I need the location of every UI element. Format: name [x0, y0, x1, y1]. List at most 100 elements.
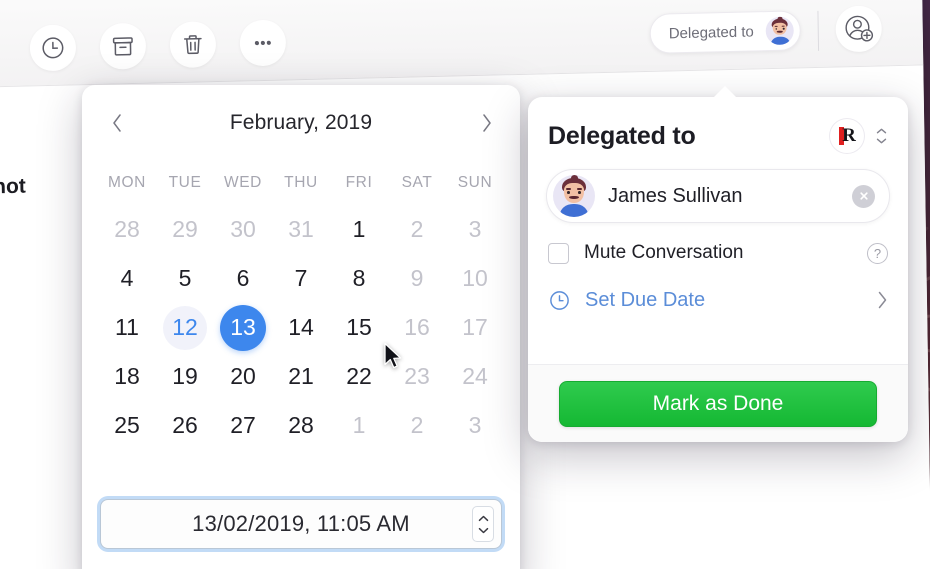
delegated-to-pill[interactable]: Delegated to — [649, 10, 802, 54]
calendar-day-number: 14 — [288, 314, 314, 340]
calendar-day-number: 29 — [172, 216, 198, 242]
calendar-day-number: 31 — [288, 216, 314, 242]
archive-icon[interactable] — [99, 22, 147, 70]
calendar-day-6[interactable]: 6 — [214, 254, 272, 303]
help-question-icon[interactable]: ? — [867, 242, 888, 264]
delegated-to-footer: Mark as Done — [528, 364, 908, 442]
calendar-day-number: 1 — [352, 412, 366, 438]
calendar-day-number: 2 — [410, 216, 424, 242]
calendar-day-25[interactable]: 25 — [98, 401, 156, 450]
calendar-day-17[interactable]: 17 — [446, 303, 504, 352]
calendar-day-8[interactable]: 8 — [330, 254, 388, 303]
calendar-day-number: 15 — [346, 314, 372, 340]
calendar-day-1[interactable]: 1 — [330, 401, 388, 450]
calendar-day-number: 3 — [468, 412, 482, 438]
calendar-day-number: 3 — [468, 216, 482, 242]
calendar-weekday-header: TUE — [168, 174, 202, 191]
assignee-chip[interactable]: James Sullivan — [546, 169, 890, 223]
calendar-day-number: 16 — [404, 314, 430, 340]
datetime-input-wrapper: 13/02/2019, 11:05 AM — [100, 499, 502, 549]
mute-conversation-row[interactable]: Mute Conversation ? — [528, 229, 908, 277]
calendar-day-14[interactable]: 14 — [272, 303, 330, 352]
more-options-icon[interactable] — [239, 19, 287, 67]
calendar-day-13[interactable]: 13 — [214, 303, 272, 352]
calendar-day-number: 8 — [352, 265, 366, 291]
mute-conversation-checkbox[interactable] — [548, 242, 569, 264]
screen: Delegated to keynot February, 2019 MON T… — [0, 0, 930, 569]
calendar-day-3[interactable]: 3 — [446, 401, 504, 450]
calendar-day-10[interactable]: 10 — [446, 254, 504, 303]
calendar-day-4[interactable]: 4 — [98, 254, 156, 303]
calendar-day-11[interactable]: 11 — [98, 303, 156, 352]
calendar-day-18[interactable]: 18 — [98, 352, 156, 401]
datetime-input-value: 13/02/2019, 11:05 AM — [192, 511, 410, 536]
calendar-weekday-header: WED — [224, 174, 262, 191]
delegated-to-header: Delegated to R — [528, 97, 908, 153]
calendar-weekday-header: MON — [108, 174, 146, 191]
calendar-day-22[interactable]: 22 — [330, 352, 388, 401]
trash-icon[interactable] — [169, 21, 217, 69]
calendar-day-number: 27 — [230, 412, 256, 438]
add-person-icon[interactable] — [835, 5, 883, 53]
calendar-day-27[interactable]: 27 — [214, 401, 272, 450]
calendar-weekday-header: THU — [284, 174, 318, 191]
calendar-day-number: 30 — [230, 216, 256, 242]
calendar-day-9[interactable]: 9 — [388, 254, 446, 303]
calendar-month-title: February, 2019 — [229, 111, 373, 134]
datetime-stepper[interactable] — [472, 506, 494, 542]
account-switcher-stepper[interactable] — [874, 121, 888, 151]
calendar-day-2[interactable]: 2 — [388, 401, 446, 450]
calendar-day-number: 1 — [352, 216, 366, 242]
calendar-day-16[interactable]: 16 — [388, 303, 446, 352]
mark-as-done-button[interactable]: Mark as Done — [559, 380, 877, 427]
calendar-day-12[interactable]: 12 — [156, 303, 214, 352]
calendar-grid: MON TUE WED THU FRI SAT SUN 28 29 30 31 1 2 3 4 5 6 7 8 9 10… — [82, 161, 520, 450]
calendar-day-number: 21 — [288, 363, 314, 389]
avatar — [553, 175, 595, 217]
calendar-day-number: 7 — [294, 265, 308, 291]
calendar-day-31[interactable]: 31 — [272, 205, 330, 254]
message-title: keynot — [0, 174, 26, 200]
calendar-day-number: 22 — [346, 363, 372, 389]
calendar-day-23[interactable]: 23 — [388, 352, 446, 401]
calendar-day-5[interactable]: 5 — [156, 254, 214, 303]
set-due-date-row[interactable]: Set Due Date — [528, 277, 908, 323]
brand-logo-icon[interactable]: R — [830, 119, 864, 153]
calendar-day-3[interactable]: 3 — [446, 205, 504, 254]
calendar-day-number: 6 — [236, 265, 250, 291]
previous-month-button[interactable] — [100, 106, 134, 140]
calendar-day-number: 4 — [120, 265, 134, 291]
calendar-day-number: 23 — [404, 363, 430, 389]
calendar-day-29[interactable]: 29 — [156, 205, 214, 254]
calendar-day-1[interactable]: 1 — [330, 205, 388, 254]
calendar-day-number: 18 — [114, 363, 140, 389]
calendar-day-15[interactable]: 15 — [330, 303, 388, 352]
brand-logo-letter: R — [842, 125, 856, 146]
calendar-day-19[interactable]: 19 — [156, 352, 214, 401]
assignee-name: James Sullivan — [608, 184, 743, 207]
calendar-day-number: 9 — [410, 265, 424, 291]
calendar-day-28[interactable]: 28 — [98, 205, 156, 254]
calendar-day-number: 11 — [115, 314, 139, 340]
calendar-day-number: 28 — [114, 216, 140, 242]
calendar-day-7[interactable]: 7 — [272, 254, 330, 303]
toolbar-divider — [817, 10, 820, 51]
calendar-day-2[interactable]: 2 — [388, 205, 446, 254]
snooze-clock-icon[interactable] — [29, 24, 77, 72]
clear-x-icon[interactable] — [852, 184, 875, 208]
calendar-day-number: 12 — [172, 314, 198, 340]
avatar — [765, 16, 795, 46]
calendar-day-21[interactable]: 21 — [272, 352, 330, 401]
delegated-to-popover: Delegated to R James Sullivan Mute Conve… — [528, 86, 908, 442]
calendar-day-number: 19 — [172, 363, 198, 389]
calendar-day-number: 17 — [462, 314, 488, 340]
datetime-input[interactable]: 13/02/2019, 11:05 AM — [100, 499, 502, 549]
calendar-day-28[interactable]: 28 — [272, 401, 330, 450]
next-month-button[interactable] — [470, 106, 504, 140]
set-due-date-label: Set Due Date — [585, 288, 706, 311]
calendar-day-24[interactable]: 24 — [446, 352, 504, 401]
calendar-weekday-header: SAT — [401, 174, 433, 191]
calendar-day-30[interactable]: 30 — [214, 205, 272, 254]
calendar-day-20[interactable]: 20 — [214, 352, 272, 401]
calendar-day-26[interactable]: 26 — [156, 401, 214, 450]
